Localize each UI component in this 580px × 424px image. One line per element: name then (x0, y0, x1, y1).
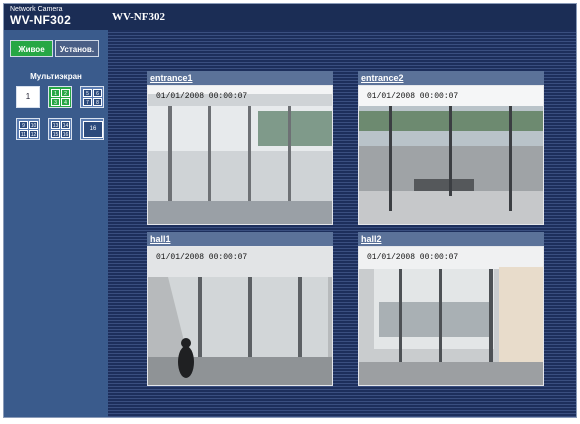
grid-cell: 8 (93, 98, 102, 106)
grid-cell: 13 (51, 121, 60, 129)
multiscreen-label: Мультиэкран (30, 72, 82, 81)
camera-timestamp: 01/01/2008 00:00:07 (156, 253, 248, 262)
camera-entrance2[interactable]: entrance2 01/01/2008 00:00:07 (358, 71, 544, 225)
quad-5-8-button[interactable]: 5 6 7 8 (80, 86, 104, 108)
quad-9-12-button[interactable]: 9 10 11 12 (16, 118, 40, 140)
grid-cell: 12 (29, 130, 38, 138)
grid-cell: 3 (51, 98, 60, 106)
camera-image (359, 247, 543, 385)
camera-timestamp: 01/01/2008 00:00:07 (156, 92, 248, 101)
grid-cell: 2 (61, 89, 70, 97)
grid-cell: 7 (83, 98, 92, 106)
camera-image (148, 247, 332, 385)
grid-cell: 15 (51, 130, 60, 138)
camera-title[interactable]: hall1 (147, 232, 333, 246)
camera-image (148, 86, 332, 224)
tab-live[interactable]: Живое (10, 40, 53, 57)
camera-view[interactable]: 01/01/2008 00:00:07 (147, 85, 333, 225)
camera-hall2[interactable]: hall2 01/01/2008 00:00:07 (358, 232, 544, 386)
quad-13-16-button[interactable]: 13 14 15 16 (48, 118, 72, 140)
grid-cell: 9 (19, 121, 28, 129)
sidebar: Network Camera WV-NF302 Живое Установ. М… (4, 4, 108, 417)
camera-title[interactable]: entrance2 (358, 71, 544, 85)
single-screen-label: 1 (25, 92, 31, 101)
single-screen-button[interactable]: 1 (16, 86, 40, 108)
grid-cell: 1 (51, 89, 60, 97)
brand-subtitle: Network Camera (10, 6, 63, 13)
camera-view[interactable]: 01/01/2008 00:00:07 (358, 85, 544, 225)
camera-image (359, 86, 543, 224)
grid-cell: 11 (19, 130, 28, 138)
brand-logo: Network Camera WV-NF302 (4, 4, 108, 30)
camera-title[interactable]: hall2 (358, 232, 544, 246)
tab-setup[interactable]: Установ. (55, 40, 99, 57)
grid-cell: 16 (83, 121, 103, 138)
page-title: WV-NF302 (112, 11, 165, 23)
grid-cell: 6 (93, 89, 102, 97)
grid-cell: 4 (61, 98, 70, 106)
camera-entrance1[interactable]: entrance1 01/01/2008 00:00:07 (147, 71, 333, 225)
camera-title[interactable]: entrance1 (147, 71, 333, 85)
grid-cell: 16 (61, 130, 70, 138)
grid-cell: 10 (29, 121, 38, 129)
camera-view[interactable]: 01/01/2008 00:00:07 (358, 246, 544, 386)
header: WV-NF302 (108, 4, 576, 30)
camera-timestamp: 01/01/2008 00:00:07 (367, 92, 459, 101)
brand-model: WV-NF302 (10, 13, 72, 27)
camera-view[interactable]: 01/01/2008 00:00:07 (147, 246, 333, 386)
grid-cell: 5 (83, 89, 92, 97)
sixteen-screen-button[interactable]: 16 (80, 118, 104, 140)
camera-timestamp: 01/01/2008 00:00:07 (367, 253, 459, 262)
camera-hall1[interactable]: hall1 01/01/2008 00:00:07 (147, 232, 333, 386)
viewer-window: Network Camera WV-NF302 Живое Установ. М… (3, 3, 577, 418)
quad-1-4-button[interactable]: 1 2 3 4 (48, 86, 72, 108)
grid-cell: 14 (61, 121, 70, 129)
